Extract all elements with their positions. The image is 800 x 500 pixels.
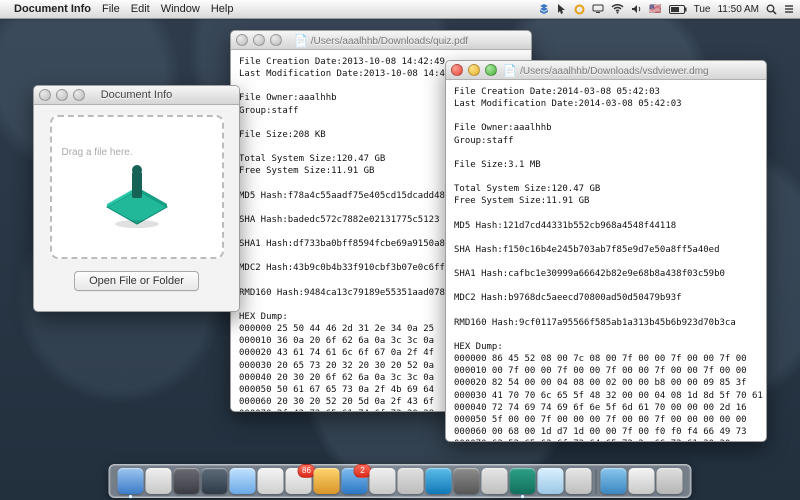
dock-separator bbox=[596, 470, 597, 494]
status-sync-icon[interactable] bbox=[574, 4, 585, 15]
menu-help[interactable]: Help bbox=[211, 3, 234, 15]
dock-finder-icon[interactable] bbox=[118, 468, 144, 494]
zoom-button[interactable] bbox=[73, 89, 85, 101]
notification-center-icon[interactable] bbox=[784, 4, 794, 14]
status-wifi-icon[interactable] bbox=[611, 4, 624, 14]
window-body: Drag a file here. Open File or Folder bbox=[34, 105, 239, 311]
status-volume-icon[interactable] bbox=[631, 4, 642, 14]
menu-edit[interactable]: Edit bbox=[131, 3, 150, 15]
menubar: Document Info File Edit Window Help 🇺🇸 T… bbox=[0, 0, 800, 19]
titlebar[interactable]: 📄 /Users/aaalhhb/Downloads/quiz.pdf bbox=[231, 31, 531, 50]
drop-hint: Drag a file here. bbox=[62, 147, 133, 158]
dock-downloads-icon[interactable] bbox=[601, 468, 627, 494]
drop-illustration-icon bbox=[92, 162, 182, 232]
window-vsdviewer[interactable]: 📄 /Users/aaalhhb/Downloads/vsdviewer.dmg… bbox=[445, 60, 767, 442]
menu-window[interactable]: Window bbox=[161, 3, 200, 15]
dock-trash-icon[interactable] bbox=[657, 468, 683, 494]
dock-app-icon[interactable] bbox=[314, 468, 340, 494]
status-clock-day[interactable]: Tue bbox=[694, 4, 711, 15]
close-button[interactable] bbox=[236, 34, 248, 46]
zoom-button[interactable] bbox=[270, 34, 282, 46]
dock-missioncontrol-icon[interactable] bbox=[174, 468, 200, 494]
desktop: Document Info File Edit Window Help 🇺🇸 T… bbox=[0, 0, 800, 500]
dock-launchpad-icon[interactable] bbox=[146, 468, 172, 494]
dock-app-icon[interactable] bbox=[482, 468, 508, 494]
menu-file[interactable]: File bbox=[102, 3, 120, 15]
spotlight-icon[interactable] bbox=[766, 4, 777, 15]
zoom-button[interactable] bbox=[485, 64, 497, 76]
dock: 86 2 bbox=[109, 464, 692, 498]
menubar-app-name[interactable]: Document Info bbox=[14, 3, 91, 15]
minimize-button[interactable] bbox=[468, 64, 480, 76]
status-flag-icon[interactable]: 🇺🇸 bbox=[649, 4, 661, 15]
status-battery-icon[interactable] bbox=[669, 5, 687, 14]
dock-documentinfo-icon[interactable] bbox=[510, 468, 536, 494]
dock-app-icon[interactable] bbox=[370, 468, 396, 494]
window-title: /Users/aaalhhb/Downloads/quiz.pdf bbox=[311, 36, 468, 47]
titlebar[interactable]: Document Info bbox=[34, 86, 239, 105]
dock-safari-icon[interactable] bbox=[230, 468, 256, 494]
dock-app-icon[interactable] bbox=[398, 468, 424, 494]
dock-preview-icon[interactable] bbox=[258, 468, 284, 494]
file-info-output: File Creation Date:2014-03-08 05:42:03 L… bbox=[446, 80, 766, 441]
dock-app-icon[interactable]: 86 bbox=[286, 468, 312, 494]
dock-settings-icon[interactable] bbox=[454, 468, 480, 494]
open-file-button[interactable]: Open File or Folder bbox=[74, 271, 199, 291]
status-clock-time[interactable]: 11:50 AM bbox=[717, 4, 759, 15]
close-button[interactable] bbox=[39, 89, 51, 101]
window-document-info[interactable]: Document Info Drag a file here. Open Fil… bbox=[33, 85, 240, 312]
dock-app-icon[interactable] bbox=[538, 468, 564, 494]
dock-app-icon[interactable] bbox=[566, 468, 592, 494]
window-title: /Users/aaalhhb/Downloads/vsdviewer.dmg bbox=[520, 66, 708, 77]
close-button[interactable] bbox=[451, 64, 463, 76]
dock-documents-icon[interactable] bbox=[629, 468, 655, 494]
status-display-icon[interactable] bbox=[592, 4, 604, 14]
folder-icon: 📄 bbox=[503, 65, 517, 77]
minimize-button[interactable] bbox=[56, 89, 68, 101]
dock-app-icon[interactable] bbox=[426, 468, 452, 494]
drop-zone[interactable]: Drag a file here. bbox=[50, 115, 224, 259]
dock-mail-icon[interactable] bbox=[202, 468, 228, 494]
status-dropbox-icon[interactable] bbox=[538, 3, 550, 15]
minimize-button[interactable] bbox=[253, 34, 265, 46]
titlebar[interactable]: 📄 /Users/aaalhhb/Downloads/vsdviewer.dmg bbox=[446, 61, 766, 80]
status-cursor-icon[interactable] bbox=[557, 3, 567, 15]
dock-appstore-icon[interactable]: 2 bbox=[342, 468, 368, 494]
folder-icon: 📄 bbox=[294, 35, 308, 47]
